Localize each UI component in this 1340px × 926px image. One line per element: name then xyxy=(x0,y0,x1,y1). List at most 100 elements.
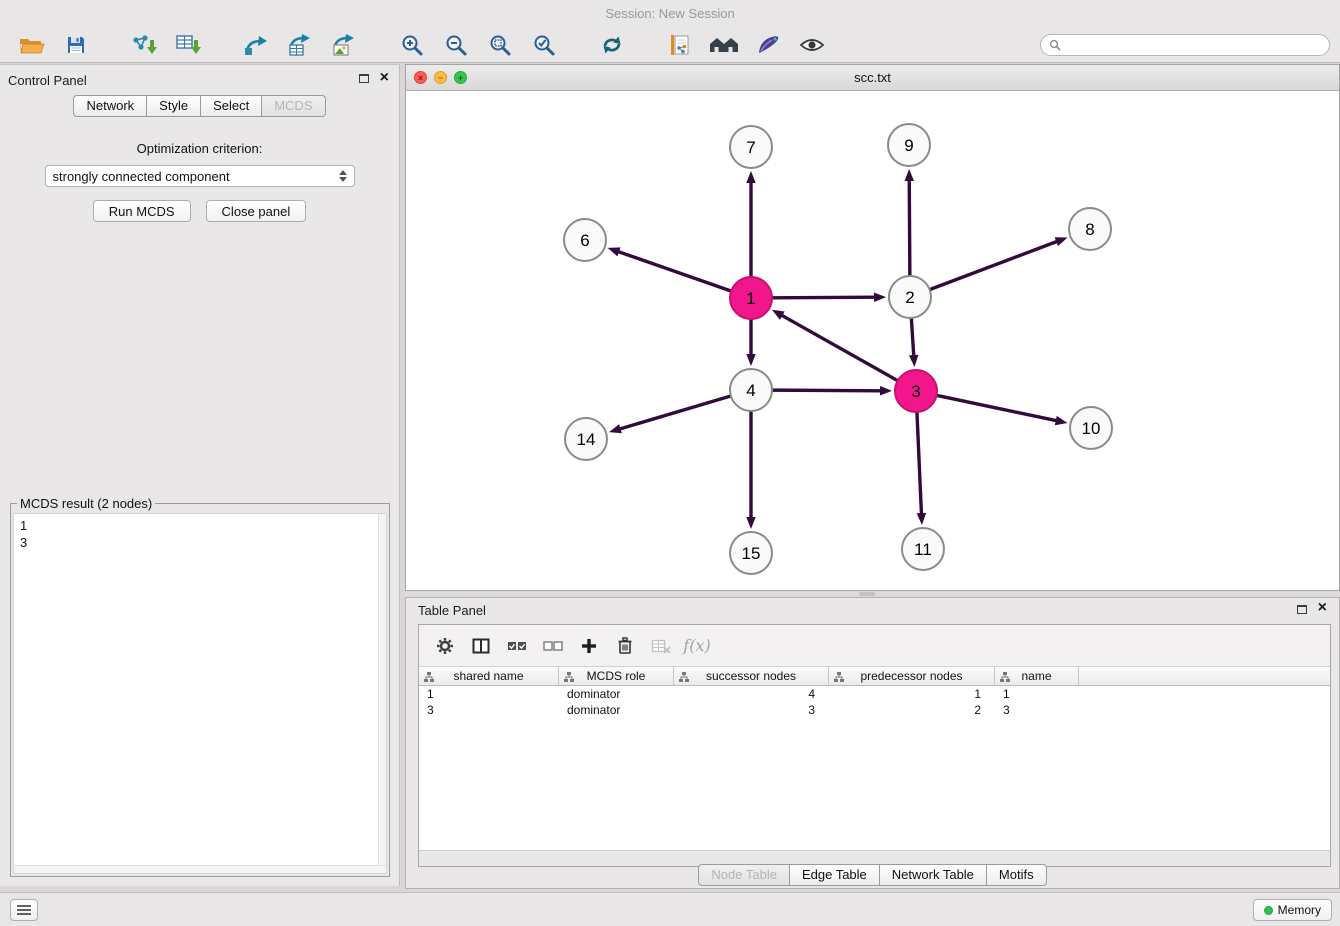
table-cell[interactable]: dominator xyxy=(559,686,674,702)
table-settings-button[interactable] xyxy=(427,630,463,662)
result-vertical-scrollbar[interactable] xyxy=(378,514,386,873)
graph-edge-arrowhead xyxy=(1055,237,1068,246)
network-canvas[interactable]: 7968124314101511 xyxy=(406,91,1339,590)
memory-button[interactable]: Memory xyxy=(1253,899,1332,921)
table-cell[interactable]: 4 xyxy=(674,686,829,702)
graph-edge-3-1[interactable] xyxy=(781,315,897,381)
graph-edge-2-9[interactable] xyxy=(909,179,910,275)
close-panel-button[interactable]: Close panel xyxy=(206,200,307,222)
mcds-result-box: MCDS result (2 nodes) 1 3 xyxy=(10,496,390,877)
graph-edge-arrowhead xyxy=(608,247,621,256)
tab-network-table[interactable]: Network Table xyxy=(880,864,987,886)
graph-node-label: 6 xyxy=(580,231,589,250)
zoom-out-button[interactable] xyxy=(434,30,478,60)
column-header-name[interactable]: name xyxy=(995,667,1079,686)
add-column-button[interactable] xyxy=(571,630,607,662)
deselect-all-button[interactable] xyxy=(535,630,571,662)
graph-edge-4-14[interactable] xyxy=(619,396,730,429)
table-cell[interactable]: 1 xyxy=(829,686,995,702)
application-window: Session: New Session xyxy=(0,0,1340,926)
show-graphics-details-button[interactable] xyxy=(790,30,834,60)
graph-edge-2-3[interactable] xyxy=(911,319,913,357)
table-cell[interactable]: 1 xyxy=(995,686,1079,702)
table-cell[interactable]: 3 xyxy=(995,702,1079,718)
search-input[interactable] xyxy=(1066,38,1321,52)
window-close-button[interactable]: × xyxy=(414,71,427,84)
column-header-filler xyxy=(1079,667,1330,686)
table-row[interactable]: 1dominator411 xyxy=(419,686,1330,702)
open-file-button[interactable] xyxy=(10,30,54,60)
tab-style[interactable]: Style xyxy=(147,95,201,117)
float-table-panel-icon[interactable] xyxy=(1297,605,1307,614)
export-image-button[interactable] xyxy=(322,30,366,60)
column-header-shared-name[interactable]: shared name xyxy=(419,667,559,686)
network-window-titlebar[interactable]: × − + scc.txt xyxy=(406,65,1339,91)
export-network-button[interactable] xyxy=(234,30,278,60)
run-mcds-button[interactable]: Run MCDS xyxy=(93,200,191,222)
table-cell[interactable]: 1 xyxy=(419,686,559,702)
close-table-panel-icon[interactable]: × xyxy=(1318,599,1327,617)
window-titlebar: Session: New Session xyxy=(0,0,1340,27)
tab-network[interactable]: Network xyxy=(73,95,147,117)
paste-network-button[interactable] xyxy=(658,30,702,60)
close-control-panel-icon[interactable]: × xyxy=(380,69,389,87)
result-horizontal-scrollbar[interactable] xyxy=(14,865,386,873)
network-graph: 7968124314101511 xyxy=(406,91,1339,590)
graph-node-label: 7 xyxy=(746,138,755,157)
window-minimize-button[interactable]: − xyxy=(434,71,447,84)
column-header-predecessor-nodes[interactable]: predecessor nodes xyxy=(829,667,995,686)
select-all-button[interactable] xyxy=(499,630,535,662)
task-history-button[interactable] xyxy=(10,899,38,921)
zoom-fit-button[interactable] xyxy=(478,30,522,60)
save-icon xyxy=(66,35,86,55)
table-cell[interactable]: 3 xyxy=(419,702,559,718)
zoom-selected-button[interactable] xyxy=(522,30,566,60)
search-field[interactable] xyxy=(1040,34,1330,56)
table-cell[interactable]: 2 xyxy=(829,702,995,718)
graph-edge-3-11[interactable] xyxy=(917,413,922,515)
graph-edge-3-10[interactable] xyxy=(938,396,1058,421)
refresh-view-button[interactable] xyxy=(590,30,634,60)
tab-node-table[interactable]: Node Table xyxy=(698,864,790,886)
table-row[interactable]: 3dominator323 xyxy=(419,702,1330,718)
graph-edge-2-8[interactable] xyxy=(931,241,1059,289)
tab-select[interactable]: Select xyxy=(201,95,262,117)
graph-edge-1-6[interactable] xyxy=(617,251,730,291)
zoom-in-button[interactable] xyxy=(390,30,434,60)
table-cell[interactable]: 3 xyxy=(674,702,829,718)
column-header-label: shared name xyxy=(453,669,523,683)
column-type-icon xyxy=(1000,671,1010,685)
column-header-label: successor nodes xyxy=(706,669,796,683)
zoom-in-icon xyxy=(400,33,424,57)
tab-mcds[interactable]: MCDS xyxy=(262,95,325,117)
column-header-label: predecessor nodes xyxy=(860,669,962,683)
export-table-button[interactable] xyxy=(278,30,322,60)
tab-edge-table[interactable]: Edge Table xyxy=(790,864,880,886)
column-header-label: name xyxy=(1021,669,1051,683)
import-table-button[interactable] xyxy=(166,30,210,60)
function-builder-button[interactable]: f(x) xyxy=(679,630,715,662)
open-folder-icon xyxy=(19,35,45,55)
column-header-successor-nodes[interactable]: successor nodes xyxy=(674,667,829,686)
tab-motifs[interactable]: Motifs xyxy=(987,864,1047,886)
table-cell[interactable]: dominator xyxy=(559,702,674,718)
window-zoom-button[interactable]: + xyxy=(454,71,467,84)
show-columns-button[interactable] xyxy=(463,630,499,662)
delete-column-button[interactable] xyxy=(607,630,643,662)
fx-icon: f(x) xyxy=(683,636,710,655)
deselect-all-icon xyxy=(543,639,563,653)
import-network-icon xyxy=(131,34,157,56)
search-icon xyxy=(1049,39,1061,51)
criterion-select[interactable]: strongly connected component xyxy=(45,165,355,187)
save-session-button[interactable] xyxy=(54,30,98,60)
delete-table-button[interactable] xyxy=(643,630,679,662)
column-header-MCDS-role[interactable]: MCDS role xyxy=(559,667,674,686)
graph-edge-4-3[interactable] xyxy=(773,390,882,391)
apply-style-button[interactable] xyxy=(746,30,790,60)
list-icon xyxy=(16,904,32,916)
float-panel-icon[interactable] xyxy=(359,74,369,83)
home-button[interactable] xyxy=(702,30,746,60)
graph-edge-1-2[interactable] xyxy=(773,297,876,298)
column-type-icon xyxy=(564,671,574,685)
import-network-button[interactable] xyxy=(122,30,166,60)
